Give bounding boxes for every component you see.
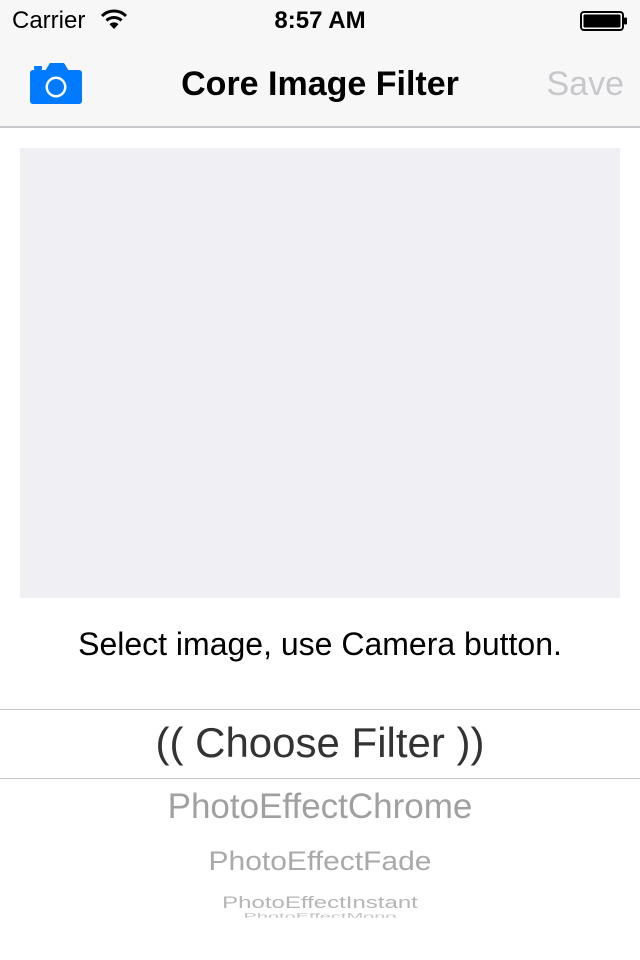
navigation-bar: Core Image Filter Save [0, 40, 640, 128]
picker-top-divider [0, 709, 640, 710]
picker-option[interactable]: PhotoEffectChrome [0, 787, 640, 827]
image-preview [20, 148, 620, 598]
page-title: Core Image Filter [181, 65, 459, 103]
picker-selected-option[interactable]: (( Choose Filter )) [0, 719, 640, 767]
picker-option[interactable]: PhotoEffectInstant [0, 893, 640, 913]
battery-icon [580, 11, 627, 31]
picker-bottom-divider [0, 778, 640, 779]
status-bar: Carrier 8:57 AM [0, 0, 640, 40]
status-time: 8:57 AM [274, 7, 366, 34]
filter-picker[interactable]: (( Choose Filter )) PhotoEffectChrome Ph… [0, 709, 640, 960]
save-button[interactable]: Save [547, 65, 625, 104]
picker-option[interactable]: PhotoEffectMono [0, 912, 640, 918]
instruction-label: Select image, use Camera button. [78, 626, 562, 662]
picker-option[interactable]: PhotoEffectFade [0, 847, 640, 878]
